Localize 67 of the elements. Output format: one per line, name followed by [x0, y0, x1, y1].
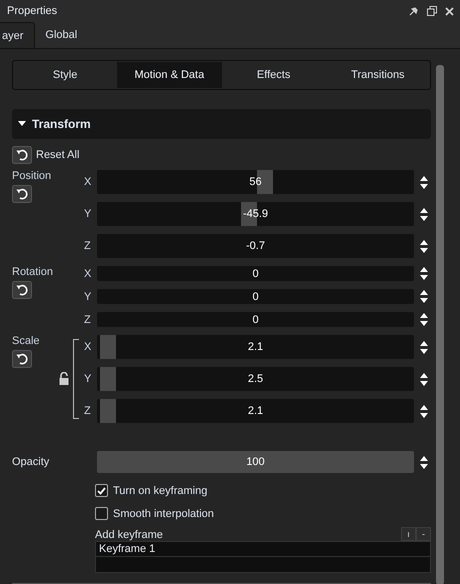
axis-label: Y	[84, 290, 92, 302]
group-label: Position	[12, 170, 52, 182]
remove-keyframe-button[interactable]: -	[416, 527, 431, 541]
up-arrow-icon[interactable]	[419, 340, 429, 346]
up-arrow-icon[interactable]	[419, 312, 429, 318]
tab[interactable]: Transitions	[326, 62, 430, 88]
section-header[interactable]: Transform	[12, 109, 431, 139]
number-field[interactable]: 56	[97, 170, 414, 194]
tab[interactable]: Effects	[222, 62, 326, 88]
tab[interactable]: Motion & Data	[117, 62, 222, 88]
axis-label: Y	[84, 373, 92, 385]
down-arrow-icon[interactable]	[419, 298, 429, 304]
down-arrow-icon[interactable]	[419, 412, 429, 418]
number-field[interactable]: -45.9	[97, 202, 414, 226]
collapse-arrow-icon[interactable]	[18, 121, 26, 127]
reset-icon[interactable]	[12, 185, 32, 203]
axis-label: X	[84, 176, 92, 188]
down-arrow-icon[interactable]	[419, 216, 429, 222]
checkbox[interactable]: Turn on keyframing	[95, 482, 208, 499]
number-field[interactable]: 2.5	[97, 367, 414, 391]
up-arrow-icon[interactable]	[419, 404, 429, 410]
reset-icon[interactable]	[12, 350, 32, 368]
up-arrow-icon[interactable]	[419, 266, 429, 272]
number-field[interactable]: 2.1	[97, 399, 414, 423]
add-keyframe-button[interactable]: ı	[401, 527, 416, 541]
unlocked-padlock-icon[interactable]	[59, 372, 69, 385]
reset-icon	[12, 146, 32, 164]
down-arrow-icon[interactable]	[419, 348, 429, 354]
down-arrow-icon[interactable]	[419, 321, 429, 327]
panel-title: Properties	[7, 5, 58, 17]
group-label: Rotation	[12, 266, 54, 278]
axis-label: X	[84, 268, 92, 280]
number-field[interactable]: 0	[97, 289, 414, 304]
opacity-label: Opacity	[12, 456, 50, 468]
axis-label: Z	[84, 405, 91, 417]
up-arrow-icon[interactable]	[419, 174, 429, 180]
reset-icon[interactable]	[12, 281, 32, 299]
checkbox[interactable]: Smooth interpolation	[95, 505, 214, 522]
down-arrow-icon[interactable]	[419, 464, 429, 470]
tab[interactable]: Style	[13, 62, 118, 88]
down-arrow-icon[interactable]	[419, 184, 429, 190]
up-arrow-icon[interactable]	[419, 206, 429, 212]
group-label: Scale	[12, 335, 41, 347]
tab[interactable]: Global	[35, 22, 88, 48]
down-arrow-icon[interactable]	[419, 380, 429, 386]
down-arrow-icon[interactable]	[419, 275, 429, 281]
axis-label: Z	[84, 240, 91, 252]
axis-label: X	[84, 341, 92, 353]
keyframe-label: Add keyframe	[95, 529, 163, 541]
tab[interactable]: ayer	[0, 22, 36, 48]
keyframe-item[interactable]: Keyframe 1	[96, 542, 430, 557]
restore-window-icon[interactable]	[427, 6, 437, 16]
axis-label: Z	[84, 314, 91, 326]
up-arrow-icon[interactable]	[419, 454, 429, 460]
up-arrow-icon[interactable]	[419, 289, 429, 295]
number-field[interactable]: 2.1	[97, 335, 414, 359]
number-field[interactable]: 100	[97, 451, 414, 473]
axis-label: Y	[84, 208, 92, 220]
pin-icon[interactable]	[409, 6, 419, 16]
down-arrow-icon[interactable]	[419, 248, 429, 254]
number-field[interactable]: 0	[97, 266, 414, 281]
reset-all-button[interactable]: Reset All	[12, 146, 80, 164]
close-icon[interactable]	[445, 6, 454, 16]
number-field[interactable]: -0.7	[97, 234, 414, 258]
up-arrow-icon[interactable]	[419, 238, 429, 244]
up-arrow-icon[interactable]	[419, 372, 429, 378]
number-field[interactable]: 0	[97, 312, 414, 327]
